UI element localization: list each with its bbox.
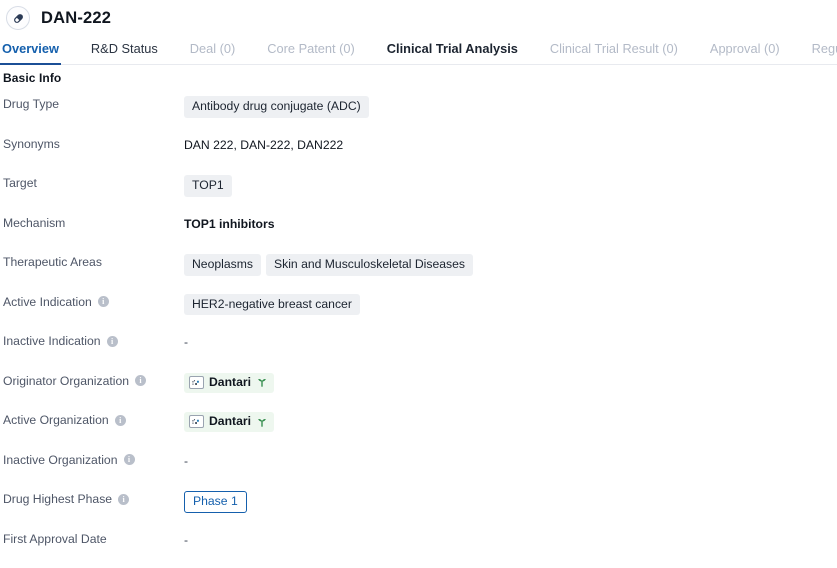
- value-empty-dash: -: [184, 534, 188, 547]
- info-row-label-mechanism: Mechanism: [0, 213, 184, 230]
- info-row-value-synonyms: DAN 222, DAN-222, DAN222: [184, 134, 837, 156]
- info-icon[interactable]: i: [98, 296, 109, 307]
- info-row-value-drug-highest-phase: Phase 1: [184, 489, 837, 513]
- tab-approval[interactable]: Approval (0): [710, 43, 780, 65]
- info-icon[interactable]: i: [115, 415, 126, 426]
- section-title-basic-info: Basic Info: [0, 65, 837, 85]
- value-chip[interactable]: Antibody drug conjugate (ADC): [184, 96, 369, 118]
- info-icon[interactable]: i: [124, 454, 135, 465]
- tab-clinical-trial-result[interactable]: Clinical Trial Result (0): [550, 43, 678, 65]
- value-chip[interactable]: HER2-negative breast cancer: [184, 294, 360, 316]
- organization-name: Dantari: [209, 376, 251, 389]
- label-text: Target: [3, 176, 37, 190]
- pill-capsule-icon: [6, 6, 30, 30]
- info-row-mechanism: Mechanism TOP1 inhibitors: [0, 213, 837, 253]
- tab-rd-status[interactable]: R&D Status: [91, 43, 158, 65]
- page-title: DAN-222: [41, 10, 111, 27]
- info-row-therapeutic-areas: Therapeutic Areas NeoplasmsSkin and Muscu…: [0, 252, 837, 292]
- value-text: DAN 222, DAN-222, DAN222: [184, 139, 343, 152]
- phase-badge[interactable]: Phase 1: [184, 491, 247, 513]
- info-icon[interactable]: i: [107, 336, 118, 347]
- label-text: Synonyms: [3, 137, 60, 151]
- label-text: First Approval Date: [3, 532, 107, 546]
- info-row-value-inactive-indication: -: [184, 331, 837, 353]
- value-chip[interactable]: Neoplasms: [184, 254, 261, 276]
- label-text: Mechanism: [3, 216, 65, 230]
- tab-deal[interactable]: Deal (0): [190, 43, 236, 65]
- value-text: TOP1 inhibitors: [184, 218, 275, 231]
- info-row-first-approval-date: First Approval Date -: [0, 529, 837, 568]
- info-row-value-active-indication: HER2-negative breast cancer: [184, 292, 837, 316]
- organization-chip[interactable]: Dantari: [184, 412, 274, 432]
- info-row-target: Target TOP1: [0, 173, 837, 213]
- company-logo-icon: [189, 376, 204, 389]
- info-row-label-active-organization: Active Organization i: [0, 410, 184, 427]
- info-row-label-therapeutic-areas: Therapeutic Areas: [0, 252, 184, 269]
- info-row-label-inactive-organization: Inactive Organization i: [0, 450, 184, 467]
- value-empty-dash: -: [184, 455, 188, 468]
- info-row-label-drug-type: Drug Type: [0, 94, 184, 111]
- info-row-drug-type: Drug Type Antibody drug conjugate (ADC): [0, 94, 837, 134]
- info-row-value-mechanism: TOP1 inhibitors: [184, 213, 837, 235]
- label-text: Active Organization: [3, 413, 109, 427]
- tab-clinical-trial-analysis[interactable]: Clinical Trial Analysis: [387, 43, 518, 65]
- info-row-value-active-organization: Dantari: [184, 410, 837, 432]
- info-row-value-originator-organization: Dantari: [184, 371, 837, 393]
- value-chip[interactable]: TOP1: [184, 175, 232, 197]
- sprout-icon: [257, 377, 267, 387]
- tab-regulation[interactable]: Regulation (0): [812, 43, 837, 65]
- info-row-drug-highest-phase: Drug Highest Phase i Phase 1: [0, 489, 837, 529]
- company-logo-icon: [189, 415, 204, 428]
- tab-bar: Overview R&D Status Deal (0) Core Patent…: [0, 36, 837, 65]
- info-row-label-drug-highest-phase: Drug Highest Phase i: [0, 489, 184, 506]
- info-row-value-target: TOP1: [184, 173, 837, 197]
- info-row-value-drug-type: Antibody drug conjugate (ADC): [184, 94, 837, 118]
- value-chip[interactable]: Skin and Musculoskeletal Diseases: [266, 254, 473, 276]
- info-row-inactive-indication: Inactive Indication i -: [0, 331, 837, 371]
- info-row-label-synonyms: Synonyms: [0, 134, 184, 151]
- page-header: DAN-222: [0, 0, 837, 36]
- info-row-active-indication: Active Indication i HER2-negative breast c…: [0, 292, 837, 332]
- info-row-value-therapeutic-areas: NeoplasmsSkin and Musculoskeletal Diseas…: [184, 252, 837, 276]
- info-row-label-inactive-indication: Inactive Indication i: [0, 331, 184, 348]
- info-row-active-organization: Active Organization i Dantari: [0, 410, 837, 450]
- label-text: Drug Type: [3, 97, 59, 111]
- label-text: Originator Organization: [3, 374, 129, 388]
- label-text: Therapeutic Areas: [3, 255, 102, 269]
- label-text: Active Indication: [3, 295, 92, 309]
- sprout-icon: [257, 417, 267, 427]
- info-icon[interactable]: i: [135, 375, 146, 386]
- info-row-label-first-approval-date: First Approval Date: [0, 529, 184, 546]
- info-row-value-inactive-organization: -: [184, 450, 837, 472]
- organization-chip[interactable]: Dantari: [184, 373, 274, 393]
- label-text: Inactive Organization: [3, 453, 118, 467]
- info-row-label-active-indication: Active Indication i: [0, 292, 184, 309]
- info-row-synonyms: Synonyms DAN 222, DAN-222, DAN222: [0, 134, 837, 174]
- info-icon[interactable]: i: [118, 494, 129, 505]
- organization-name: Dantari: [209, 415, 251, 428]
- info-row-originator-organization: Originator Organization i Dantari: [0, 371, 837, 411]
- info-row-label-target: Target: [0, 173, 184, 190]
- tab-overview[interactable]: Overview: [2, 43, 59, 65]
- info-row-label-originator-organization: Originator Organization i: [0, 371, 184, 388]
- info-row-value-first-approval-date: -: [184, 529, 837, 551]
- basic-info-list: Drug Type Antibody drug conjugate (ADC) Sy…: [0, 85, 837, 568]
- label-text: Drug Highest Phase: [3, 492, 112, 506]
- value-empty-dash: -: [184, 336, 188, 349]
- tab-core-patent[interactable]: Core Patent (0): [267, 43, 355, 65]
- label-text: Inactive Indication: [3, 334, 101, 348]
- info-row-inactive-organization: Inactive Organization i -: [0, 450, 837, 490]
